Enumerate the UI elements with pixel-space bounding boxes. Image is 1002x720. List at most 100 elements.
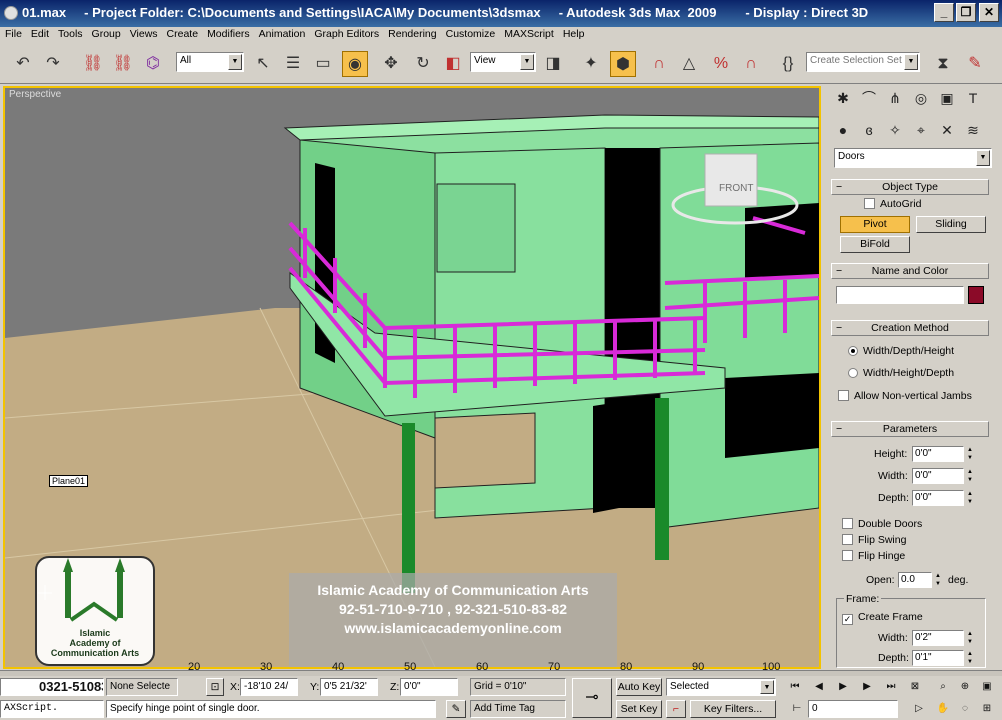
helpers-icon[interactable]: ✕ bbox=[934, 118, 960, 142]
unlink-icon[interactable]: ⛓ bbox=[110, 51, 136, 77]
play-icon[interactable]: ▶ bbox=[834, 679, 852, 695]
reference-coordinate-dropdown[interactable]: View ▼ bbox=[470, 52, 536, 72]
next-frame-icon[interactable]: ▶ bbox=[858, 679, 876, 695]
lock-selection-icon[interactable]: ⊡ bbox=[206, 678, 224, 696]
category-dropdown[interactable]: Doors ▼ bbox=[834, 148, 992, 168]
app-icon[interactable] bbox=[4, 6, 18, 20]
previous-frame-icon[interactable]: ◀ bbox=[810, 679, 828, 695]
creation-method-rollout[interactable]: − Creation Method bbox=[831, 320, 989, 336]
menu-file[interactable]: File bbox=[0, 27, 26, 40]
spinner-arrows-icon[interactable]: ▲ ▼ bbox=[965, 630, 975, 646]
redo-icon[interactable]: ↷ bbox=[40, 51, 66, 77]
current-frame-field[interactable]: 0 bbox=[808, 700, 898, 718]
snaps-toggle-icon[interactable]: ∩ bbox=[646, 51, 672, 77]
pivot-button[interactable]: Pivot bbox=[840, 216, 910, 233]
object-color-swatch[interactable] bbox=[968, 286, 984, 304]
rotate-icon[interactable]: ↻ bbox=[410, 51, 436, 77]
align-icon[interactable]: ✎ bbox=[962, 51, 988, 77]
menu-rendering[interactable]: Rendering bbox=[383, 27, 440, 40]
key-filters-button[interactable]: Key Filters... bbox=[690, 700, 776, 718]
spinner-snap-icon[interactable]: ∩ bbox=[738, 51, 764, 77]
object-name-input[interactable] bbox=[836, 286, 964, 304]
field-of-view-icon[interactable]: ▷ bbox=[910, 701, 928, 717]
perspective-viewport[interactable]: FRONT Perspective Plane01 Islamic Academ… bbox=[3, 86, 821, 669]
zoom-extents-icon[interactable]: ▣ bbox=[978, 679, 996, 695]
go-to-start-icon[interactable]: ⏮ bbox=[786, 679, 804, 695]
maximize-viewport-icon[interactable]: ⊞ bbox=[978, 701, 996, 717]
menu-create[interactable]: Create bbox=[162, 27, 203, 40]
allow-non-vertical-jambs-checkbox[interactable]: Allow Non-vertical Jambs bbox=[838, 390, 972, 402]
close-button[interactable]: ✕ bbox=[979, 3, 999, 22]
window-crossing-icon[interactable]: ◉ bbox=[342, 51, 368, 77]
width-depth-height-radio[interactable]: Width/Depth/Height bbox=[848, 345, 954, 357]
select-manipulate-icon[interactable]: ✦ bbox=[578, 51, 604, 77]
lights-icon[interactable]: ✧ bbox=[882, 118, 908, 142]
z-coordinate-field[interactable]: 0'0" bbox=[400, 678, 458, 696]
zoom-icon[interactable]: ⌕ bbox=[934, 679, 952, 695]
maxscript-listener[interactable]: AXScript. bbox=[0, 700, 104, 718]
width-height-depth-radio[interactable]: Width/Height/Depth bbox=[848, 367, 954, 379]
motion-tab-icon[interactable]: ◎ bbox=[908, 86, 934, 110]
pivot-center-icon[interactable]: ◨ bbox=[540, 51, 566, 77]
select-and-link-icon[interactable]: ⛓ bbox=[80, 51, 106, 77]
bind-space-warp-icon[interactable]: ⌬ bbox=[140, 51, 166, 77]
go-to-end-icon[interactable]: ⏭ bbox=[882, 679, 900, 695]
y-coordinate-field[interactable]: 0'5 21/32' bbox=[320, 678, 378, 696]
named-selection-set-dropdown[interactable]: Create Selection Set ▼ bbox=[806, 52, 920, 72]
restore-button[interactable]: ❐ bbox=[956, 3, 976, 22]
width-spinner[interactable]: 0'0" ▲ ▼ bbox=[912, 468, 973, 484]
menu-views[interactable]: Views bbox=[125, 27, 162, 40]
menu-group[interactable]: Group bbox=[87, 27, 125, 40]
spinner-arrows-icon[interactable]: ▲ ▼ bbox=[965, 446, 975, 462]
selection-filter-dropdown[interactable]: All ▼ bbox=[176, 52, 244, 72]
menu-edit[interactable]: Edit bbox=[26, 27, 53, 40]
undo-icon[interactable]: ↶ bbox=[10, 51, 36, 77]
key-mode-toggle-icon[interactable]: ⊢ bbox=[788, 701, 806, 717]
flip-hinge-checkbox[interactable]: Flip Hinge bbox=[842, 550, 905, 562]
rectangular-selection-icon[interactable]: ▭ bbox=[310, 51, 336, 77]
key-selection-dropdown[interactable]: Selected ▼ bbox=[666, 678, 776, 696]
menu-maxscript[interactable]: MAXScript bbox=[499, 27, 558, 40]
time-configuration-icon[interactable]: ⊠ bbox=[906, 679, 924, 695]
minimize-button[interactable]: _ bbox=[934, 3, 954, 22]
scale-icon[interactable]: ◧ bbox=[440, 51, 466, 77]
spinner-arrows-icon[interactable]: ▲ ▼ bbox=[965, 650, 975, 666]
angle-snap-icon[interactable]: △ bbox=[676, 51, 702, 77]
frame-depth-spinner[interactable]: 0'1" ▲ ▼ bbox=[912, 650, 973, 666]
spinner-arrows-icon[interactable]: ▲ ▼ bbox=[965, 468, 975, 484]
geometry-icon[interactable]: ● bbox=[830, 118, 856, 142]
sliding-button[interactable]: Sliding bbox=[916, 216, 986, 233]
shapes-icon[interactable]: ɞ bbox=[856, 118, 882, 142]
key-icon[interactable]: ⌐ bbox=[666, 700, 686, 718]
object-type-rollout[interactable]: − Object Type bbox=[831, 179, 989, 195]
modify-tab-icon[interactable]: ⌒ bbox=[856, 86, 882, 110]
autogrid-checkbox[interactable]: AutoGrid bbox=[864, 198, 921, 210]
move-icon[interactable]: ✥ bbox=[378, 51, 404, 77]
mirror-icon[interactable]: ⧗ bbox=[930, 51, 956, 77]
menu-animation[interactable]: Animation bbox=[254, 27, 310, 40]
menu-graph-editors[interactable]: Graph Editors bbox=[309, 27, 383, 40]
select-object-icon[interactable]: ↖ bbox=[250, 51, 276, 77]
add-time-tag[interactable]: Add Time Tag bbox=[470, 700, 566, 718]
menu-tools[interactable]: Tools bbox=[53, 27, 87, 40]
flip-swing-checkbox[interactable]: Flip Swing bbox=[842, 534, 906, 546]
cameras-icon[interactable]: ⌖ bbox=[908, 118, 934, 142]
percent-snap-icon[interactable]: % bbox=[708, 51, 734, 77]
x-coordinate-field[interactable]: -18'10 24/ bbox=[240, 678, 298, 696]
menu-customize[interactable]: Customize bbox=[441, 27, 500, 40]
double-doors-checkbox[interactable]: Double Doors bbox=[842, 518, 922, 530]
create-tab-icon[interactable]: ✱ bbox=[830, 86, 856, 110]
viewport-label[interactable]: Perspective bbox=[9, 89, 61, 100]
time-tag-icon[interactable]: ✎ bbox=[446, 700, 466, 718]
menu-modifiers[interactable]: Modifiers bbox=[202, 27, 254, 40]
spinner-arrows-icon[interactable]: ▲ ▼ bbox=[965, 490, 975, 506]
spinner-arrows-icon[interactable]: ▲ ▼ bbox=[933, 572, 943, 588]
edit-named-selection-icon[interactable]: {} bbox=[775, 51, 801, 77]
auto-key-button[interactable]: Auto Key bbox=[616, 678, 662, 696]
select-by-name-icon[interactable]: ☰ bbox=[280, 51, 306, 77]
depth-spinner[interactable]: 0'0" ▲ ▼ bbox=[912, 490, 973, 506]
menu-help[interactable]: Help bbox=[558, 27, 589, 40]
zoom-all-icon[interactable]: ⊕ bbox=[956, 679, 974, 695]
open-spinner[interactable]: 0.0 ▲ ▼ bbox=[898, 572, 941, 588]
utilities-tab-icon[interactable]: T bbox=[960, 86, 986, 110]
